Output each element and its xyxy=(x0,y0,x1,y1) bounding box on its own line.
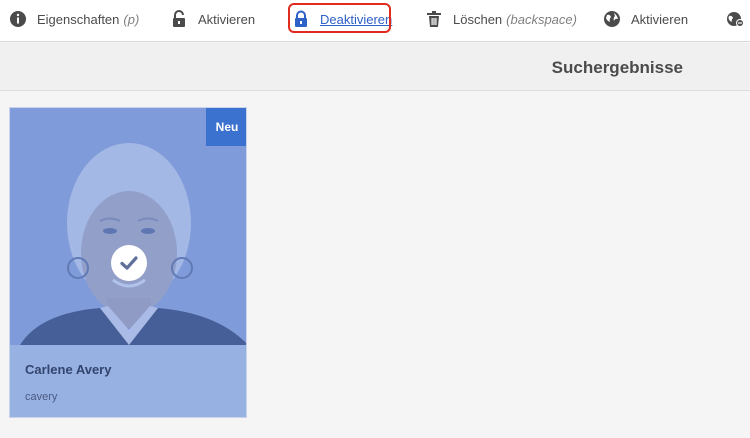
globe-remove-icon xyxy=(726,10,744,28)
activate-button[interactable]: Aktivieren xyxy=(170,5,255,33)
properties-shortcut: (p) xyxy=(123,11,140,27)
delete-label: Löschen xyxy=(453,11,503,27)
publish-label: Aktivieren xyxy=(631,11,689,27)
trash-icon xyxy=(425,10,443,28)
activate-label: Aktivieren xyxy=(198,11,256,27)
new-badge: Neu xyxy=(206,108,246,146)
page-title: Suchergebnisse xyxy=(551,58,683,77)
card-info: Carlene Avery cavery xyxy=(10,345,246,417)
properties-button[interactable]: Eigenschaften (p) xyxy=(9,5,139,33)
info-circle-icon xyxy=(9,10,27,28)
deactivate-highlight-frame xyxy=(288,3,391,33)
delete-button[interactable]: Löschen (backspace) xyxy=(425,5,577,33)
results-header: Suchergebnisse xyxy=(0,43,750,91)
user-name: Carlene Avery xyxy=(25,362,112,377)
selected-check-icon[interactable] xyxy=(111,245,147,281)
user-card[interactable]: Neu Carlene Avery cavery xyxy=(9,107,247,418)
unpublish-button[interactable] xyxy=(726,5,750,33)
delete-shortcut: (backspace) xyxy=(506,11,577,27)
action-toolbar: Eigenschaften (p) Aktivieren Deaktiviere… xyxy=(0,0,750,42)
user-id: cavery xyxy=(25,391,58,403)
properties-label: Eigenschaften xyxy=(37,11,120,27)
user-thumbnail: Neu xyxy=(10,108,246,345)
lock-open-icon xyxy=(170,10,188,28)
publish-button[interactable]: Aktivieren xyxy=(603,5,688,33)
globe-icon xyxy=(603,10,621,28)
